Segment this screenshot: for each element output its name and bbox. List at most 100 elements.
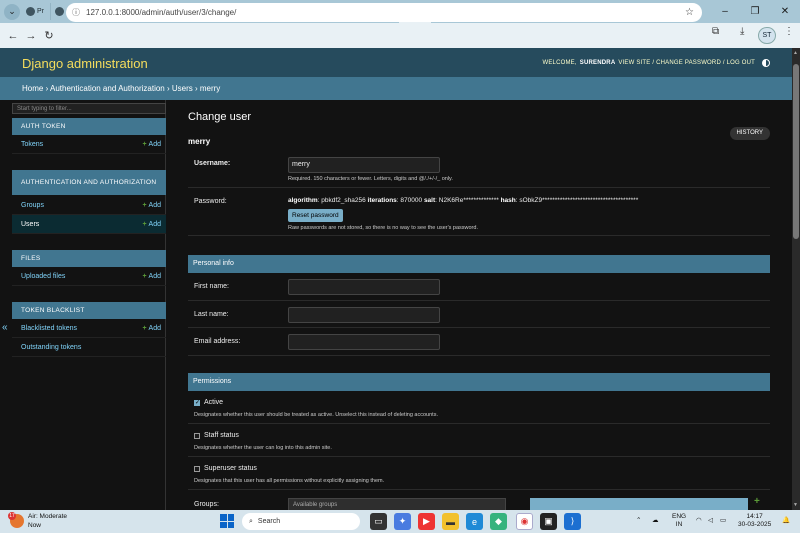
username-help: Required. 150 characters or fewer. Lette… bbox=[288, 176, 453, 182]
back-icon[interactable]: ← bbox=[4, 30, 22, 42]
volume-icon[interactable]: ◁ bbox=[708, 517, 713, 525]
add-token-link[interactable]: + Add bbox=[142, 141, 161, 148]
notification-badge: 17 bbox=[8, 512, 16, 520]
tab-search-dropdown-icon[interactable]: ⌄ bbox=[4, 3, 20, 20]
terminal-icon[interactable]: ▣ bbox=[540, 513, 557, 530]
wifi-icon[interactable]: ◠ bbox=[696, 517, 702, 525]
browser-tab[interactable]: Pr bbox=[22, 3, 51, 20]
staff-checkbox[interactable] bbox=[194, 433, 200, 439]
scroll-up-icon[interactable]: ▲ bbox=[793, 50, 798, 56]
add-group-icon[interactable]: + bbox=[754, 496, 760, 507]
staff-row: Staff status Designates whether the user… bbox=[188, 424, 770, 457]
profile-avatar[interactable]: ST bbox=[758, 27, 776, 44]
sidebar-item-label[interactable]: Groups bbox=[21, 202, 44, 209]
sidebar-filter-input[interactable]: Start typing to filter... bbox=[12, 103, 166, 114]
cloud-icon[interactable]: ☁ bbox=[652, 517, 659, 525]
github-icon bbox=[55, 7, 64, 16]
password-help: Raw passwords are not stored, so there i… bbox=[288, 225, 478, 231]
add-label: Add bbox=[148, 201, 161, 209]
tray-overflow-icon[interactable]: ⌃ bbox=[636, 517, 641, 525]
add-label: Add bbox=[148, 324, 161, 332]
theme-toggle-icon[interactable] bbox=[762, 59, 770, 67]
file-explorer-icon[interactable]: ▬ bbox=[442, 513, 459, 530]
taskbar-search[interactable]: ⌕ Search bbox=[242, 513, 360, 530]
add-uploaded-file-link[interactable]: + Add bbox=[142, 273, 161, 280]
plus-icon: + bbox=[142, 201, 147, 209]
sidebar-collapse-icon[interactable]: « bbox=[2, 322, 8, 333]
scrollbar-thumb[interactable] bbox=[793, 64, 799, 239]
address-bar[interactable]: ⓘ 127.0.0.1:8000/admin/auth/user/3/chang… bbox=[66, 3, 702, 22]
active-help: Designates whether this user should be t… bbox=[194, 412, 438, 418]
store-icon[interactable]: ◆ bbox=[490, 513, 507, 530]
weather-widget[interactable]: 17 Air: Moderate Now bbox=[8, 512, 67, 530]
sidebar-item-groups[interactable]: Groups + Add bbox=[12, 196, 166, 215]
email-field[interactable] bbox=[288, 334, 440, 350]
language-indicator[interactable]: ENG IN bbox=[672, 513, 686, 529]
vscode-icon[interactable]: ⟩ bbox=[564, 513, 581, 530]
extensions-icon[interactable]: ⧉ bbox=[712, 26, 719, 37]
battery-icon[interactable]: ▭ bbox=[720, 517, 726, 525]
password-label: Password: bbox=[194, 198, 227, 205]
clock[interactable]: 14:17 30-03-2025 bbox=[738, 513, 771, 529]
sidebar-item-label[interactable]: Blacklisted tokens bbox=[21, 325, 77, 332]
add-group-link[interactable]: + Add bbox=[142, 202, 161, 209]
chrome-icon[interactable]: ◉ bbox=[516, 513, 533, 530]
add-user-link[interactable]: + Add bbox=[142, 221, 161, 228]
sidebar-item-tokens[interactable]: Tokens + Add bbox=[12, 135, 166, 154]
forward-icon[interactable]: → bbox=[22, 30, 40, 42]
sidebar-item-label[interactable]: Users bbox=[21, 221, 39, 228]
page-title: Change user bbox=[188, 111, 251, 123]
superuser-help: Designates that this user has all permis… bbox=[194, 478, 385, 484]
active-checkbox[interactable]: ✓ bbox=[194, 400, 200, 406]
youtube-icon[interactable]: ▶ bbox=[418, 513, 435, 530]
user-links[interactable]: VIEW SITE / CHANGE PASSWORD / LOG OUT bbox=[618, 60, 755, 66]
chosen-groups-header bbox=[530, 498, 748, 510]
scroll-down-icon[interactable]: ▼ bbox=[793, 502, 798, 508]
staff-label[interactable]: Staff status bbox=[204, 432, 239, 439]
sidebar-item-label[interactable]: Outstanding tokens bbox=[21, 344, 81, 351]
available-groups-select[interactable]: Available groups bbox=[288, 498, 506, 510]
sidebar-item-blacklisted-tokens[interactable]: Blacklisted tokens + Add bbox=[12, 319, 166, 338]
password-row: Password: algorithm: pbkdf2_sha256 itera… bbox=[188, 188, 770, 236]
start-button-icon[interactable] bbox=[220, 514, 234, 528]
minimize-icon[interactable]: – bbox=[710, 0, 740, 23]
reset-password-button[interactable]: Reset password bbox=[288, 209, 343, 222]
edge-icon[interactable]: e bbox=[466, 513, 483, 530]
task-view-icon[interactable]: ▭ bbox=[370, 513, 387, 530]
first-name-field[interactable] bbox=[288, 279, 440, 295]
sidebar-item-users[interactable]: Users + Add bbox=[12, 215, 166, 234]
superuser-checkbox[interactable] bbox=[194, 466, 200, 472]
history-button[interactable]: HISTORY bbox=[729, 127, 770, 140]
sidebar-item-outstanding-tokens[interactable]: Outstanding tokens bbox=[12, 338, 166, 357]
module-caption-authentication[interactable]: AUTHENTICATION AND AUTHORIZATION bbox=[12, 170, 166, 195]
lang-line1: ENG bbox=[672, 513, 687, 520]
browser-menu-icon[interactable]: ⋮ bbox=[784, 26, 794, 37]
password-hash-summary: algorithm: pbkdf2_sha256 iterations: 870… bbox=[288, 197, 639, 204]
reload-icon[interactable]: ↻ bbox=[40, 29, 58, 42]
browser-toolbar: ← → ↻ bbox=[0, 23, 800, 48]
site-branding[interactable]: Django administration bbox=[22, 56, 148, 71]
superuser-label[interactable]: Superuser status bbox=[204, 465, 257, 472]
maximize-icon[interactable]: ❐ bbox=[740, 0, 770, 23]
active-label[interactable]: Active bbox=[204, 399, 223, 406]
module-caption-auth-token[interactable]: AUTH TOKEN bbox=[12, 118, 166, 135]
add-label: Add bbox=[148, 272, 161, 280]
sidebar-item-label[interactable]: Uploaded files bbox=[21, 273, 65, 280]
page-scrollbar[interactable]: ▲ ▼ bbox=[792, 48, 800, 510]
notifications-icon[interactable]: 🔔 bbox=[782, 517, 790, 525]
iterations-value: 870000 bbox=[400, 197, 423, 204]
site-info-icon[interactable]: ⓘ bbox=[72, 7, 80, 18]
module-caption-files[interactable]: FILES bbox=[12, 250, 166, 267]
close-window-icon[interactable]: ✕ bbox=[770, 0, 800, 23]
sidebar-item-uploaded-files[interactable]: Uploaded files + Add bbox=[12, 267, 166, 286]
copilot-icon[interactable]: ✦ bbox=[394, 513, 411, 530]
username-text: SURENDRA bbox=[579, 60, 616, 66]
username-field[interactable]: merry bbox=[288, 157, 440, 173]
download-icon[interactable]: ⤓ bbox=[740, 26, 744, 37]
module-caption-token-blacklist[interactable]: TOKEN BLACKLIST bbox=[12, 302, 166, 319]
last-name-field[interactable] bbox=[288, 307, 440, 323]
add-blacklisted-token-link[interactable]: + Add bbox=[142, 325, 161, 332]
bookmark-star-icon[interactable]: ☆ bbox=[685, 7, 694, 18]
sidebar-item-label[interactable]: Tokens bbox=[21, 141, 43, 148]
breadcrumb-text[interactable]: Home › Authentication and Authorization … bbox=[22, 84, 220, 93]
